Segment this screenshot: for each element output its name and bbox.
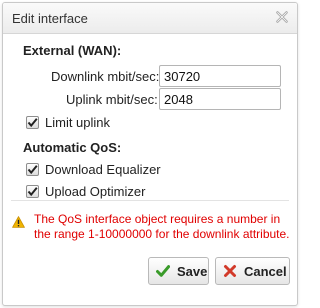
warning-triangle-icon	[12, 216, 25, 228]
upload-optimizer-checkbox[interactable]	[26, 185, 39, 198]
x-icon	[223, 264, 237, 278]
automatic-qos-heading: Automatic QoS:	[23, 140, 122, 155]
save-button[interactable]: Save	[148, 257, 209, 285]
dialog-title: Edit interface	[12, 11, 88, 26]
save-label: Save	[177, 264, 208, 279]
download-equalizer-label: Download Equalizer	[45, 162, 161, 177]
edit-interface-dialog: Edit interface External (WAN): Downlink …	[2, 2, 298, 306]
error-message: The QoS interface object requires a numb…	[34, 212, 290, 241]
close-icon[interactable]	[274, 9, 290, 25]
downlink-label: Downlink mbit/sec:	[51, 69, 160, 84]
external-wan-heading: External (WAN):	[23, 43, 122, 58]
uplink-label: Uplink mbit/sec:	[66, 92, 158, 107]
cancel-label: Cancel	[244, 264, 287, 279]
limit-uplink-checkbox[interactable]	[26, 116, 39, 129]
divider	[11, 200, 289, 201]
upload-optimizer-label: Upload Optimizer	[45, 184, 146, 199]
cancel-button[interactable]: Cancel	[215, 257, 290, 285]
uplink-input[interactable]	[159, 88, 281, 110]
downlink-input[interactable]	[159, 65, 281, 87]
check-icon	[156, 264, 171, 278]
dialog-titlebar: Edit interface	[3, 3, 297, 34]
limit-uplink-label: Limit uplink	[45, 115, 111, 130]
download-equalizer-checkbox[interactable]	[26, 163, 39, 176]
